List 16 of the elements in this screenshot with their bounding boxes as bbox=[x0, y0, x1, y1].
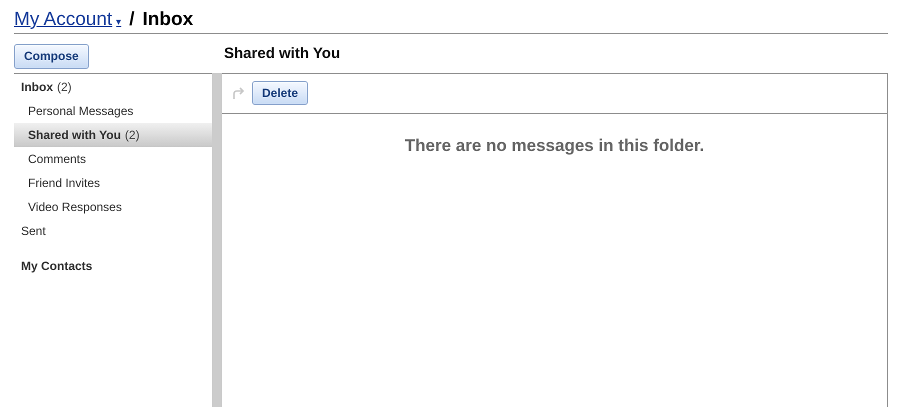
breadcrumb-separator: / bbox=[129, 10, 134, 29]
folder-item[interactable]: Friend Invites bbox=[14, 170, 212, 194]
account-link[interactable]: My Account ▾ bbox=[14, 10, 122, 29]
folder-heading: Shared with You bbox=[224, 44, 340, 64]
forward-arrow-icon[interactable] bbox=[232, 87, 246, 99]
delete-button[interactable]: Delete bbox=[252, 81, 308, 105]
folder-item[interactable]: Shared with You (2) bbox=[14, 122, 212, 146]
folder-item[interactable]: Sent bbox=[14, 218, 212, 242]
folder-item[interactable]: Video Responses bbox=[14, 194, 212, 218]
compose-button[interactable]: Compose bbox=[14, 44, 89, 68]
empty-folder-message: There are no messages in this folder. bbox=[404, 134, 704, 157]
contacts-link[interactable]: My Contacts bbox=[14, 254, 212, 278]
folder-item[interactable]: Inbox (2) bbox=[14, 74, 212, 98]
folder-item[interactable]: Personal Messages bbox=[14, 98, 212, 122]
page-title: Inbox bbox=[142, 10, 194, 29]
folder-item[interactable]: Comments bbox=[14, 146, 212, 170]
